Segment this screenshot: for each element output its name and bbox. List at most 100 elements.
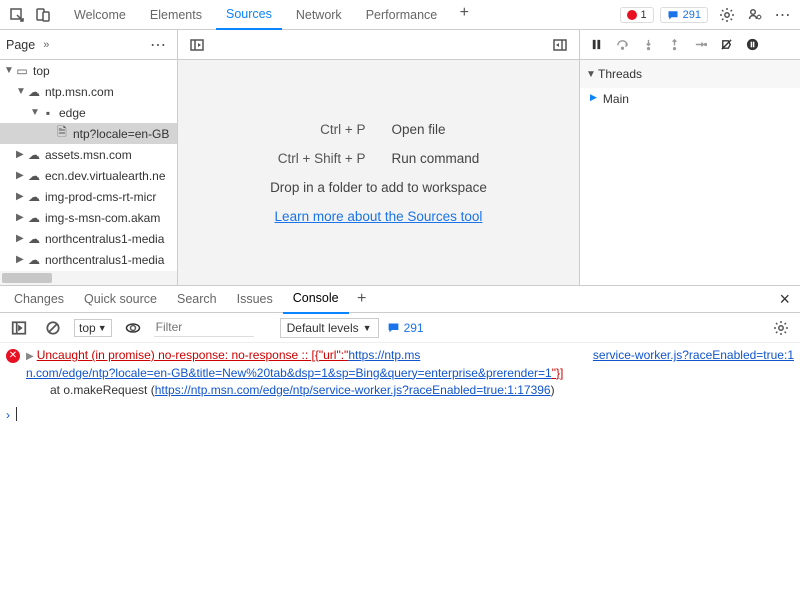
navigator-more-tabs-icon[interactable]: » [43,39,49,51]
log-level-value: Default levels [287,321,359,335]
context-selector[interactable]: top▼ [74,319,112,337]
console-msg-count[interactable]: 291 [387,321,424,335]
tab-sources[interactable]: Sources [216,0,282,30]
threads-header[interactable]: ▼Threads [580,60,800,88]
error-trace-url[interactable]: https://ntp.msn.com/edge/ntp/service-wor… [155,383,551,397]
settings-icon[interactable] [714,2,740,28]
drawer-tab-console[interactable]: Console [283,284,349,314]
inspect-icon[interactable] [4,2,30,28]
toolbar-right: 1 291 ⋯ [620,2,796,28]
count-value: 291 [404,321,424,335]
tree-label: assets.msn.com [45,148,132,162]
section-title: Threads [598,67,642,81]
tab-elements[interactable]: Elements [140,0,212,30]
workspace-drop-hint: Drop in a folder to add to workspace [270,180,487,195]
message-icon [667,9,679,21]
error-text: "}] [552,366,564,380]
step-out-icon[interactable] [664,35,684,55]
navigator-tab-page[interactable]: Page [6,38,35,52]
console-error-row[interactable]: ✕ ▶Uncaught (in promise) no-response: no… [6,347,794,399]
tree-label: ntp.msn.com [45,85,114,99]
window-icon: ▭ [14,64,30,78]
error-url[interactable]: https://ntp.ms [348,348,420,362]
error-url[interactable]: n.com/edge/ntp?locale=en-GB&title=New%20… [26,366,552,380]
console-body: ✕ ▶Uncaught (in promise) no-response: no… [0,343,800,578]
cloud-icon: ☁ [26,148,42,162]
console-prompt[interactable]: › [6,407,794,424]
drawer-tab-search[interactable]: Search [167,284,227,314]
navigator-menu-icon[interactable]: ⋯ [145,32,171,58]
cloud-icon: ☁ [26,85,42,99]
tree-top[interactable]: ▼▭top [0,60,177,81]
log-level-selector[interactable]: Default levels▼ [280,318,379,338]
step-over-icon[interactable] [612,35,632,55]
tree-folder-edge[interactable]: ▼▪edge [0,102,177,123]
drawer-tab-quicksource[interactable]: Quick source [74,284,167,314]
debugger-sidebar: ▼Threads Main service-worker.js #30 (()=… [580,60,800,285]
error-trace: ) [551,383,555,397]
error-badge[interactable]: 1 [620,7,654,23]
file-navigator: ▼▭top ▼☁ntp.msn.com ▼▪edge 🗎ntp?locale=e… [0,60,178,285]
tab-performance[interactable]: Performance [356,0,448,30]
console-settings-icon[interactable] [768,315,794,341]
tab-welcome[interactable]: Welcome [64,0,136,30]
hide-navigator-icon[interactable] [184,32,210,58]
close-drawer-icon[interactable]: × [773,289,796,310]
tree-label: img-s-msn-com.akam [45,211,160,225]
drawer-tab-changes[interactable]: Changes [4,284,74,314]
hide-debugger-icon[interactable] [547,32,573,58]
tree-label: top [33,64,50,78]
message-badge[interactable]: 291 [660,7,708,23]
live-expression-icon[interactable] [120,315,146,341]
shortcut-action: Open file [392,122,552,137]
error-icon: ✕ [6,349,20,363]
console-sidebar-icon[interactable] [6,315,32,341]
tree-domain-ecn[interactable]: ▶☁ecn.dev.virtualearth.ne [0,165,177,186]
tree-domain-nc2[interactable]: ▶☁northcentralus1-media [0,249,177,270]
navigator-header: Page » ⋯ [0,30,178,59]
add-tab-icon[interactable]: + [451,0,477,26]
tree-label: northcentralus1-media [45,253,164,267]
feedback-icon[interactable] [742,2,768,28]
error-source-link[interactable]: service-worker.js?raceEnabled=true:1 [593,347,794,364]
debugger-controls [580,30,800,59]
tree-label: ntp?locale=en-GB [73,127,169,141]
pause-on-exceptions-icon[interactable] [742,35,762,55]
more-icon[interactable]: ⋯ [770,2,796,28]
tree-domain-imgs[interactable]: ▶☁img-s-msn-com.akam [0,207,177,228]
thread-main[interactable]: Main [580,88,800,285]
cloud-icon: ☁ [26,211,42,225]
tab-network[interactable]: Network [286,0,352,30]
tree-domain-imgprod[interactable]: ▶☁img-prod-cms-rt-micr [0,186,177,207]
tree-label: northcentralus1-media [45,232,164,246]
message-count: 291 [683,9,701,21]
navigator-scrollbar[interactable] [0,271,177,285]
tree-label: ecn.dev.virtualearth.ne [45,169,166,183]
panel-tabs: Welcome Elements Sources Network Perform… [64,0,620,30]
cloud-icon: ☁ [26,190,42,204]
add-drawer-tab-icon[interactable]: + [349,286,375,312]
devtools-toolbar: Welcome Elements Sources Network Perform… [0,0,800,30]
drawer-tab-issues[interactable]: Issues [227,284,283,314]
learn-more-link[interactable]: Learn more about the Sources tool [275,209,483,224]
tree-domain-nc1[interactable]: ▶☁northcentralus1-media [0,228,177,249]
message-icon [387,321,400,334]
error-trace: at o.makeRequest ( [50,383,155,397]
mouse-cursor-icon: ↖ [556,575,567,578]
tree-file-ntp[interactable]: 🗎ntp?locale=en-GB [0,123,177,144]
error-count: 1 [641,9,647,21]
console-toolbar: top▼ Default levels▼ 291 [0,313,800,343]
pause-icon[interactable] [586,35,606,55]
tree-label: edge [59,106,86,120]
filter-input[interactable] [154,318,254,337]
device-toggle-icon[interactable] [30,2,56,28]
tree-domain-assets[interactable]: ▶☁assets.msn.com [0,144,177,165]
tree-domain-ntp[interactable]: ▼☁ntp.msn.com [0,81,177,102]
step-icon[interactable] [690,35,710,55]
shortcut-key: Ctrl + Shift + P [206,151,366,166]
error-dot-icon [627,10,637,20]
deactivate-breakpoints-icon[interactable] [716,35,736,55]
step-into-icon[interactable] [638,35,658,55]
file-icon: 🗎 [54,123,70,144]
clear-console-icon[interactable] [40,315,66,341]
